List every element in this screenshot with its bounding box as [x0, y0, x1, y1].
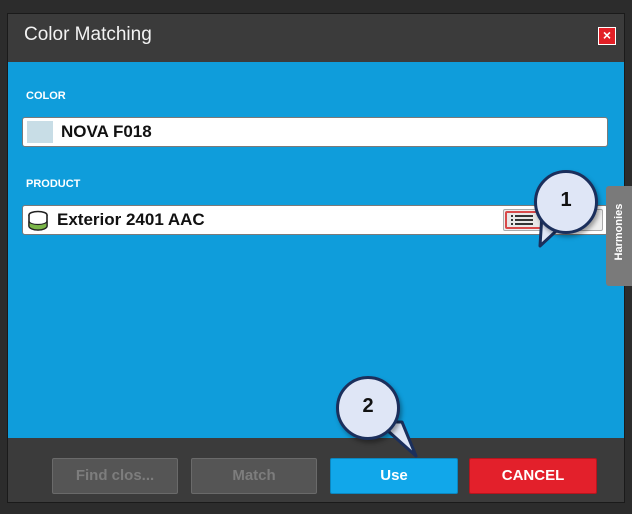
find-closest-button[interactable]: Find clos... — [52, 458, 178, 494]
dialog-title: Color Matching — [24, 24, 152, 45]
use-button[interactable]: Use — [330, 458, 458, 494]
callout-2: 2 — [336, 376, 400, 440]
paint-can-icon — [28, 210, 48, 231]
callout-1: 1 — [534, 170, 598, 234]
color-field[interactable]: NOVA F018 — [22, 117, 608, 147]
color-value: NOVA F018 — [61, 122, 152, 141]
harmonies-tab-label: Harmonies — [613, 203, 625, 261]
product-field[interactable]: Exterior 2401 AAC — [22, 205, 608, 235]
color-matching-dialog: Color Matching × COLOR NOVA F018 PRODUCT… — [8, 14, 624, 502]
product-section-label: PRODUCT — [26, 178, 81, 190]
close-icon[interactable]: × — [598, 27, 616, 45]
color-swatch — [27, 121, 53, 143]
dialog-titlebar: Color Matching × — [8, 14, 624, 62]
callout-2-number: 2 — [362, 395, 374, 417]
product-value: Exterior 2401 AAC — [57, 210, 205, 229]
callout-1-number: 1 — [560, 189, 572, 211]
dialog-footer: Find clos... Match Use CANCEL — [8, 438, 624, 502]
color-section-label: COLOR — [26, 90, 66, 102]
match-button[interactable]: Match — [191, 458, 317, 494]
cancel-button[interactable]: CANCEL — [469, 458, 597, 494]
harmonies-tab[interactable]: Harmonies — [606, 186, 632, 286]
